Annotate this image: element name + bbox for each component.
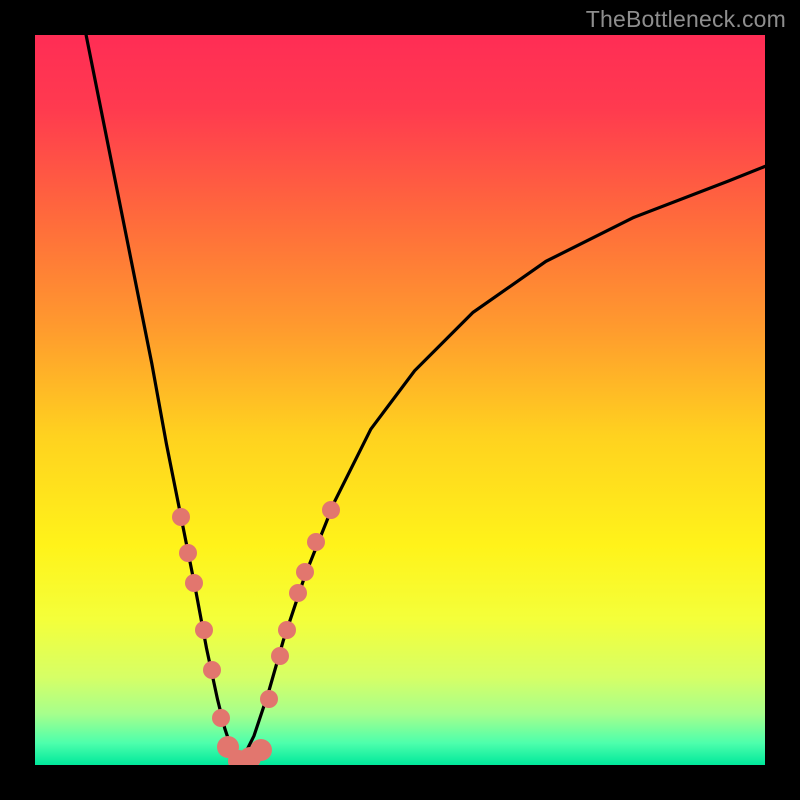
data-dot	[179, 544, 197, 562]
data-dot	[271, 647, 289, 665]
curve-right-branch	[239, 166, 765, 765]
watermark-text: TheBottleneck.com	[586, 6, 786, 33]
data-dot	[307, 533, 325, 551]
data-dot	[203, 661, 221, 679]
data-dot	[172, 508, 190, 526]
data-dot	[250, 739, 272, 761]
chart-stage: TheBottleneck.com	[0, 0, 800, 800]
data-dot	[212, 709, 230, 727]
plot-area	[35, 35, 765, 765]
data-dot	[296, 563, 314, 581]
data-dot	[195, 621, 213, 639]
curve-left-branch	[86, 35, 239, 765]
bottleneck-curve	[35, 35, 765, 765]
data-dot	[289, 584, 307, 602]
data-dot	[278, 621, 296, 639]
data-dot	[185, 574, 203, 592]
data-dot	[322, 501, 340, 519]
data-dot	[260, 690, 278, 708]
